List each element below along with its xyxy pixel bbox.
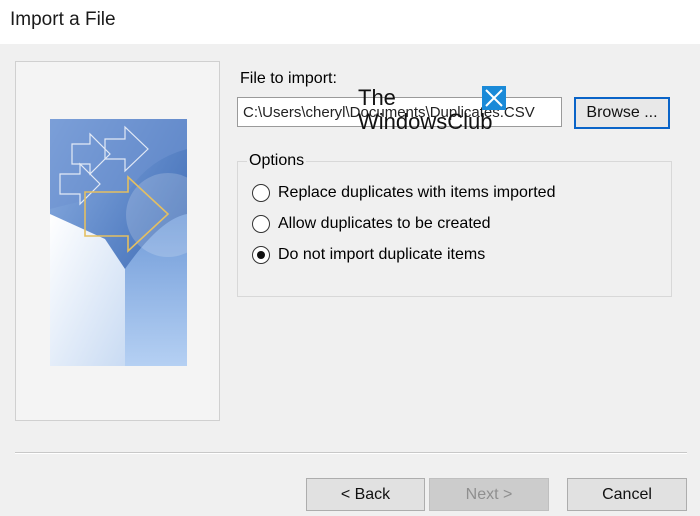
- browse-button[interactable]: Browse ...: [574, 97, 670, 129]
- windowsclub-logo-icon: [482, 86, 506, 110]
- back-button[interactable]: < Back: [306, 478, 425, 511]
- radio-label: Allow duplicates to be created: [278, 215, 491, 232]
- radio-selected-dot: [256, 250, 265, 259]
- cancel-button[interactable]: Cancel: [567, 478, 687, 511]
- next-button[interactable]: Next >: [429, 478, 549, 511]
- wizard-image-panel: [15, 61, 220, 421]
- radio-do-not-import-duplicates[interactable]: Do not import duplicate items: [252, 243, 485, 267]
- radio-label: Replace duplicates with items imported: [278, 184, 556, 201]
- radio-button[interactable]: [252, 246, 270, 264]
- radio-button[interactable]: [252, 184, 270, 202]
- watermark-text-line1: The: [358, 85, 396, 110]
- file-to-import-label: File to import:: [240, 70, 337, 87]
- radio-button[interactable]: [252, 215, 270, 233]
- title-bar: Import a File: [0, 0, 700, 44]
- radio-allow-duplicates[interactable]: Allow duplicates to be created: [252, 212, 491, 236]
- radio-label: Do not import duplicate items: [278, 246, 486, 263]
- watermark-text-line2: WindowsClub: [358, 109, 493, 134]
- footer-separator: [15, 452, 687, 454]
- import-wizard-illustration: [50, 119, 187, 366]
- options-legend: Options: [247, 152, 307, 170]
- window-title: Import a File: [10, 9, 116, 30]
- watermark: The WindowsClub: [358, 86, 518, 138]
- radio-replace-duplicates[interactable]: Replace duplicates with items imported: [252, 181, 555, 205]
